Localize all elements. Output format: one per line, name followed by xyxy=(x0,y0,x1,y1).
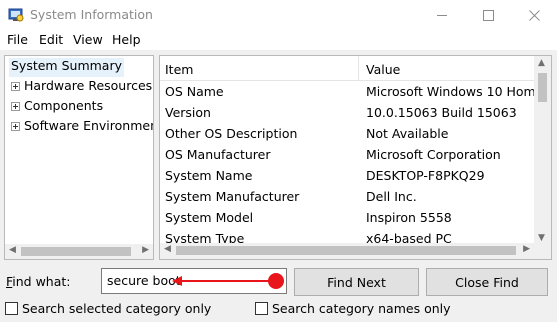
maximize-icon xyxy=(482,9,494,21)
menu-help[interactable]: Help xyxy=(112,32,141,47)
scroll-thumb[interactable] xyxy=(538,73,547,102)
table-row[interactable]: System Name DESKTOP-F8PKQ29 xyxy=(160,165,534,186)
tree-item-components[interactable]: Components xyxy=(11,98,103,117)
close-find-button[interactable]: Close Find xyxy=(426,268,548,296)
tree-item-label: Software Environment xyxy=(24,118,154,133)
scroll-thumb[interactable] xyxy=(176,246,516,255)
row-value: DESKTOP-F8PKQ29 xyxy=(366,168,485,183)
table-row[interactable]: OS Name Microsoft Windows 10 Home xyxy=(160,81,543,102)
tree-item-label: Hardware Resources xyxy=(24,78,153,93)
tree-item-label: Components xyxy=(24,98,104,113)
menu-edit[interactable]: Edit xyxy=(39,32,63,47)
title-bar[interactable]: System Information xyxy=(0,0,557,30)
row-item: System Name xyxy=(165,168,253,183)
menu-file[interactable]: File xyxy=(7,32,28,47)
row-item: System Model xyxy=(165,210,254,225)
find-next-button[interactable]: Find Next xyxy=(294,268,419,296)
search-category-names-checkbox[interactable]: Search category names only xyxy=(255,301,451,316)
row-item: OS Manufacturer xyxy=(165,147,271,162)
list-header: Item Value xyxy=(160,56,534,81)
find-label-rest: ind what: xyxy=(12,274,71,289)
scroll-down-icon[interactable]: ▼ xyxy=(538,233,545,243)
row-value: Microsoft Corporation xyxy=(366,147,501,162)
row-item: OS Name xyxy=(165,84,224,99)
maximize-button[interactable] xyxy=(465,0,511,30)
find-what-label: Find what: xyxy=(6,274,71,289)
list-vertical-scrollbar[interactable]: ▲ ▼ xyxy=(534,56,551,245)
scroll-thumb[interactable] xyxy=(21,247,131,256)
minimize-button[interactable] xyxy=(419,0,465,30)
tree-item-software-environment[interactable]: Software Environment xyxy=(11,118,154,137)
scroll-right-icon[interactable]: ▶ xyxy=(142,245,149,255)
find-next-label: Find Next xyxy=(327,274,386,290)
row-value: Not Available xyxy=(366,126,449,141)
row-value: Microsoft Windows 10 Home xyxy=(366,84,544,99)
expand-icon[interactable] xyxy=(11,122,20,131)
table-row[interactable]: System Model Inspiron 5558 xyxy=(160,207,534,228)
column-header-item[interactable]: Item xyxy=(165,62,193,77)
close-icon xyxy=(528,9,540,21)
scrollbar-corner xyxy=(534,243,551,259)
table-row[interactable]: OS Manufacturer Microsoft Corporation xyxy=(160,144,534,165)
tree-item-system-summary[interactable]: System Summary xyxy=(9,58,124,77)
column-header-value[interactable]: Value xyxy=(366,62,400,77)
category-tree[interactable]: System Summary Hardware Resources Compon… xyxy=(4,55,154,260)
row-value: Dell Inc. xyxy=(366,189,417,204)
find-what-input[interactable]: secure boot xyxy=(101,268,287,294)
expand-icon[interactable] xyxy=(11,82,20,91)
close-find-label: Close Find xyxy=(455,274,519,290)
list-horizontal-scrollbar[interactable]: ◀ ▶ xyxy=(160,243,534,259)
close-button[interactable] xyxy=(511,0,557,30)
menu-bar: File Edit View Help xyxy=(0,30,557,50)
column-divider[interactable] xyxy=(358,56,359,81)
row-item: Version xyxy=(165,105,211,120)
scroll-up-icon[interactable]: ▲ xyxy=(538,58,545,68)
tree-horizontal-scrollbar[interactable]: ◀ ▶ xyxy=(5,244,153,259)
table-row[interactable]: Other OS Description Not Available xyxy=(160,123,534,144)
row-value: Inspiron 5558 xyxy=(366,210,452,225)
minimize-icon xyxy=(436,14,447,16)
checkbox-box[interactable] xyxy=(5,302,18,315)
expand-icon[interactable] xyxy=(11,102,20,111)
checkbox-label: Search selected category only xyxy=(22,301,212,316)
row-item: Other OS Description xyxy=(165,126,298,141)
row-value: 10.0.15063 Build 15063 xyxy=(366,105,517,120)
tree-item-hardware-resources[interactable]: Hardware Resources xyxy=(11,78,152,97)
checkbox-box[interactable] xyxy=(255,302,268,315)
details-list[interactable]: Item Value OS Name Microsoft Windows 10 H… xyxy=(159,55,552,260)
table-row[interactable]: Version 10.0.15063 Build 15063 xyxy=(160,102,534,123)
table-row[interactable]: System Manufacturer Dell Inc. xyxy=(160,186,534,207)
system-information-window: System Information File Edit View Help S… xyxy=(0,0,557,322)
row-item: System Manufacturer xyxy=(165,189,300,204)
scroll-left-icon[interactable]: ◀ xyxy=(164,244,171,254)
search-selected-category-checkbox[interactable]: Search selected category only xyxy=(5,301,211,316)
menu-view[interactable]: View xyxy=(73,32,103,47)
window-title: System Information xyxy=(30,7,153,22)
scroll-left-icon[interactable]: ◀ xyxy=(9,245,16,255)
system-information-app-icon xyxy=(8,8,24,22)
checkbox-label: Search category names only xyxy=(272,301,451,316)
scroll-right-icon[interactable]: ▶ xyxy=(523,244,530,254)
